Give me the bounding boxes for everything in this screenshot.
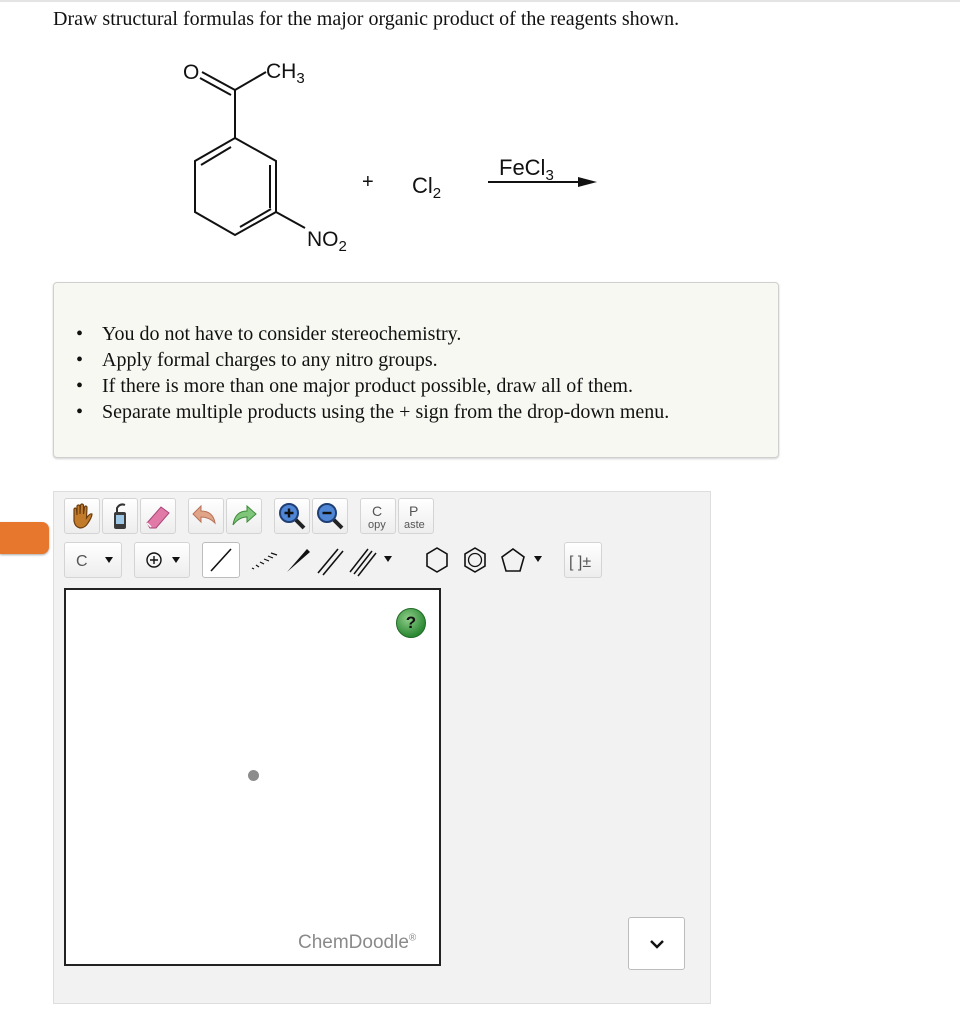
hand-icon [73,503,93,529]
chevron-down-icon [384,556,392,562]
eraser-bottle-icon [114,503,126,529]
side-panel-tab[interactable] [0,522,49,554]
cyclopentane-icon [501,548,525,572]
reaction-arrow-head [578,177,597,187]
question-prompt: Draw structural formulas for the major o… [53,8,680,30]
instruction-item: You do not have to consider stereochemis… [76,321,669,347]
paste-label: P aste [404,503,425,531]
eraser-icon [146,506,170,529]
zoom-in-icon [279,503,306,530]
charge-picker-face [146,552,180,568]
wedge-bond-icon [287,549,310,572]
nitro-label: NO2 [307,228,347,255]
chevron-down-icon [105,557,113,563]
reaction-scheme: O CH3 NO2 + Cl2 FeCl3 [183,60,597,255]
canvas-cursor-dot [248,770,259,781]
triple-bond-icon [349,548,377,577]
svg-text:P: P [409,503,418,519]
eraser-button[interactable] [140,498,176,534]
bond-tools-group [244,542,414,578]
help-button[interactable]: ? [396,608,426,638]
methyl-label: CH3 [266,60,305,87]
chevron-down-icon [172,557,180,563]
chevron-down-icon [650,940,664,949]
double-bond-icon [317,548,344,576]
undo-icon [192,504,216,525]
svg-text:aste: aste [404,519,425,531]
cyclohexane-icon [426,547,448,573]
bracket-icon: [ ]± [569,554,591,571]
redo-icon [232,504,257,526]
nitro-bond [275,211,306,229]
ring-tools-icons [426,547,542,573]
svg-text:C: C [372,503,382,519]
paste-button[interactable]: P aste [398,498,434,534]
svg-text:C: C [76,553,88,570]
product-select[interactable] [628,917,685,970]
element-picker[interactable]: C [64,542,122,578]
benzene-ring [194,136,277,237]
plus-sign: + [362,171,374,193]
hashed-bond-icon [251,552,278,570]
zoom-in-button[interactable] [274,498,310,534]
benzene-icon [464,547,486,573]
single-bond-icon [210,548,232,572]
chlorine-reagent: Cl2 [412,173,441,202]
instruction-item: Separate multiple products using the + s… [76,399,669,425]
top-divider [0,0,960,2]
copy-button[interactable]: C opy [360,498,396,534]
svg-text:opy: opy [368,519,386,531]
chemdoodle-logo: ChemDoodle® [298,932,417,953]
redo-button[interactable] [226,498,262,534]
charge-picker[interactable] [134,542,190,578]
instruction-item: Apply formal charges to any nitro groups… [76,347,669,373]
hand-tool-button[interactable] [64,498,100,534]
single-bond-button[interactable] [202,542,240,578]
svg-text:[ ]±: [ ]± [569,554,591,571]
ring-tools-group [420,542,552,578]
chevron-down-icon [534,556,542,562]
copy-label: C opy [368,503,386,531]
drawing-canvas[interactable]: ? ChemDoodle® [64,588,441,966]
bond-tools-icons [251,548,392,577]
undo-button[interactable] [188,498,224,534]
acetyl-bonds [199,71,267,138]
zoom-out-button[interactable] [312,498,348,534]
element-picker-face: C [76,553,113,570]
catalyst-label: FeCl3 [499,155,554,184]
instructions-panel: You do not have to consider stereochemis… [53,282,779,458]
zoom-out-icon [317,503,344,530]
clear-button[interactable] [102,498,138,534]
bracket-charge-button[interactable]: [ ]± [564,542,602,578]
instructions-list: You do not have to consider stereochemis… [76,321,669,425]
instruction-item: If there is more than one major product … [76,373,669,399]
chemdoodle-editor: C opy P aste C []± ? ChemDoodle® [53,491,711,1004]
carbonyl-oxygen: O [183,61,199,84]
